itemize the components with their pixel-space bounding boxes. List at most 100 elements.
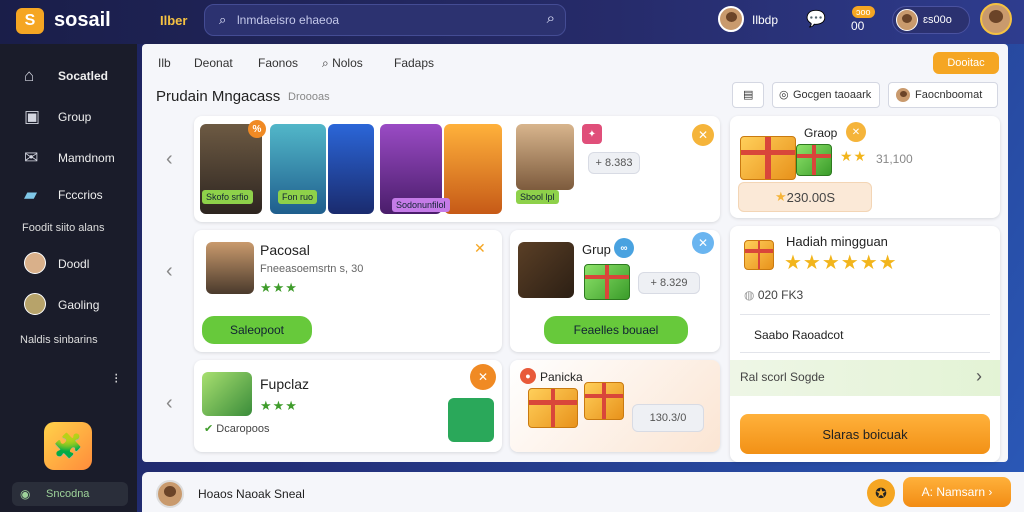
user-name[interactable]: Ilbdp: [752, 13, 778, 27]
group-card-button[interactable]: Feaelles bouael: [544, 316, 688, 344]
close-icon[interactable]: ✕: [692, 124, 714, 146]
recommend-card[interactable]: Pacosal Fneeasoemsrtn s, 30 ★★★ ✕ Saleop…: [194, 230, 502, 352]
sidebar-item-fcccrios[interactable]: ▰ Fcccrios: [0, 183, 137, 207]
link-row[interactable]: Ral scorl Sogde ›: [730, 360, 1000, 396]
filter-avatar: [895, 87, 911, 103]
sidebar-item-label: Mamdnom: [58, 151, 115, 165]
hadiah-sub-title: Saabo Raoadcot: [754, 328, 844, 342]
tab-fadaps[interactable]: Fadaps: [394, 56, 434, 70]
filter-icon: ◎: [779, 89, 789, 101]
sidebar-friend-doodl[interactable]: Doodl: [0, 252, 137, 276]
top-action-button[interactable]: Dooitac: [933, 52, 999, 74]
sidebar-item-socatled[interactable]: ⌂ Socatled: [0, 64, 137, 88]
small-card[interactable]: Fupclaz ★★★ ✔ Dcaropoos ✕: [194, 360, 502, 452]
tab-faonos[interactable]: Faonos: [258, 56, 298, 70]
settings-icon[interactable]: ✪: [867, 479, 895, 507]
sidebar-friend-gaoling[interactable]: Gaoling: [0, 293, 137, 317]
gift-tag-icon: ●: [520, 368, 536, 384]
featured-price: + 8.383: [588, 152, 640, 174]
sidebar-bottom-button[interactable]: ◉ Sncodna: [12, 482, 128, 506]
coin-row: ◍ 020 FK3: [744, 288, 804, 302]
coin-icon: ◍: [744, 288, 758, 302]
chat-icon[interactable]: 💬: [806, 9, 826, 29]
sidebar-item-label: Gaoling: [58, 298, 100, 312]
divider: [740, 314, 990, 315]
coin-balance[interactable]: ɛs00o: [892, 6, 970, 34]
small-card-status: ✔ Dcaropoos: [204, 423, 270, 435]
recommend-desc: Fneeasoemsrtn s, 30: [260, 263, 364, 275]
view-toggle[interactable]: ▤: [732, 82, 764, 108]
sidebar-item-label: Socatled: [58, 69, 109, 83]
rating-stars: ★★★: [260, 398, 298, 413]
folder-icon: ▰: [24, 185, 38, 204]
filter-dropdown[interactable]: ◎ Gocgen taoaark: [772, 82, 880, 108]
bottom-avatar[interactable]: [156, 480, 184, 508]
gamepad-icon: ◉: [20, 487, 31, 501]
mail-icon: ✉: [24, 148, 39, 167]
bottom-user-label: Hoaos Naoak Sneal: [198, 487, 305, 501]
game-thumbnail[interactable]: [328, 124, 374, 214]
group-icon: ▣: [24, 107, 41, 126]
app-tile-icon[interactable]: 🧩: [44, 422, 92, 470]
rocket-thumbnail: [518, 242, 574, 298]
chevron-left-icon[interactable]: ‹: [166, 260, 173, 283]
profile-avatar[interactable]: [980, 3, 1012, 35]
close-icon[interactable]: ✕: [470, 364, 496, 390]
search-input[interactable]: lnmdaeisro ehaeoa: [237, 13, 339, 27]
tab-ilb[interactable]: Ilb: [158, 56, 171, 70]
star-icon: ★: [774, 189, 787, 204]
coin-thumbnail: [202, 372, 252, 416]
user-filter[interactable]: Faocnboomat: [888, 82, 998, 108]
search-bar[interactable]: ⌕ lnmdaeisro ehaeoa ⌕: [204, 4, 566, 36]
pin-icon[interactable]: ✕: [474, 240, 486, 257]
notification-count[interactable]: 00: [851, 19, 864, 33]
app-store-icon[interactable]: [448, 398, 494, 442]
tag-icon: %: [248, 120, 266, 138]
gift-icon: ✦: [582, 124, 602, 144]
sidebar-item-label: Group: [58, 110, 92, 124]
sidebar-item-group[interactable]: ▣ Group: [0, 105, 137, 129]
more-icon[interactable]: ⁝: [114, 370, 118, 387]
tab-nolos[interactable]: ⌕ Nolos: [322, 56, 363, 71]
group-card[interactable]: Grup ∞ + 8.329 ✕ Feaelles bouael: [510, 230, 720, 352]
close-icon[interactable]: ✕: [692, 232, 714, 254]
game-thumbnail[interactable]: [444, 124, 502, 214]
user-filter-label: Faocnboomat: [915, 89, 983, 101]
recommend-button[interactable]: Saleopoot: [202, 316, 312, 344]
close-icon[interactable]: ✕: [846, 122, 866, 142]
game-thumbnail[interactable]: [516, 124, 574, 190]
right-group-total: ★ 230.00S: [738, 182, 872, 212]
recommend-name: Pacosal: [260, 242, 310, 258]
gift-card[interactable]: ● Panicka 130.3/0: [510, 360, 720, 452]
claim-button[interactable]: Slaras boicuak: [740, 414, 990, 454]
nav-link[interactable]: Ilber: [160, 13, 187, 28]
gift-icon: [528, 388, 578, 428]
bottom-cta-button[interactable]: A: Namsarn ›: [903, 477, 1011, 507]
gift-icon: [740, 136, 796, 180]
tab-deonat[interactable]: Deonat: [194, 56, 233, 70]
chevron-right-icon: ›: [976, 366, 982, 386]
hadiah-title: Hadiah mingguan: [786, 234, 888, 249]
featured-card[interactable]: % Skofo srfio Fon ruo Sodonunfilol Sbool…: [194, 116, 720, 222]
gift-icon: [584, 382, 624, 420]
section-title: Prudain Mngacass: [156, 88, 281, 105]
right-group-card[interactable]: Graop ✕ ★★ 31,100 ★ 230.00S: [730, 116, 1000, 218]
game-label: Sbool lpl: [516, 190, 559, 204]
sidebar-item-mamdnom[interactable]: ✉ Mamdnom: [0, 146, 137, 170]
gift-card-price: 130.3/0: [632, 404, 704, 432]
small-card-name: Fupclaz: [260, 376, 310, 392]
divider: [740, 352, 990, 353]
app-logo[interactable]: S: [16, 8, 44, 34]
chevron-left-icon[interactable]: ‹: [166, 392, 173, 415]
search-button-icon[interactable]: ⌕: [547, 10, 555, 27]
sidebar-item-label: Fcccrios: [58, 188, 103, 202]
rating-stars: ★★★: [260, 280, 298, 295]
chevron-left-icon[interactable]: ‹: [166, 148, 173, 171]
gift-icon: [796, 144, 832, 176]
user-avatar[interactable]: [718, 6, 744, 32]
right-group-title: Graop: [804, 126, 838, 140]
right-group-value: 31,100: [876, 152, 913, 166]
game-label: Skofo srfio: [202, 190, 253, 204]
link-icon: ∞: [614, 238, 634, 258]
gift-icon: [584, 264, 630, 300]
